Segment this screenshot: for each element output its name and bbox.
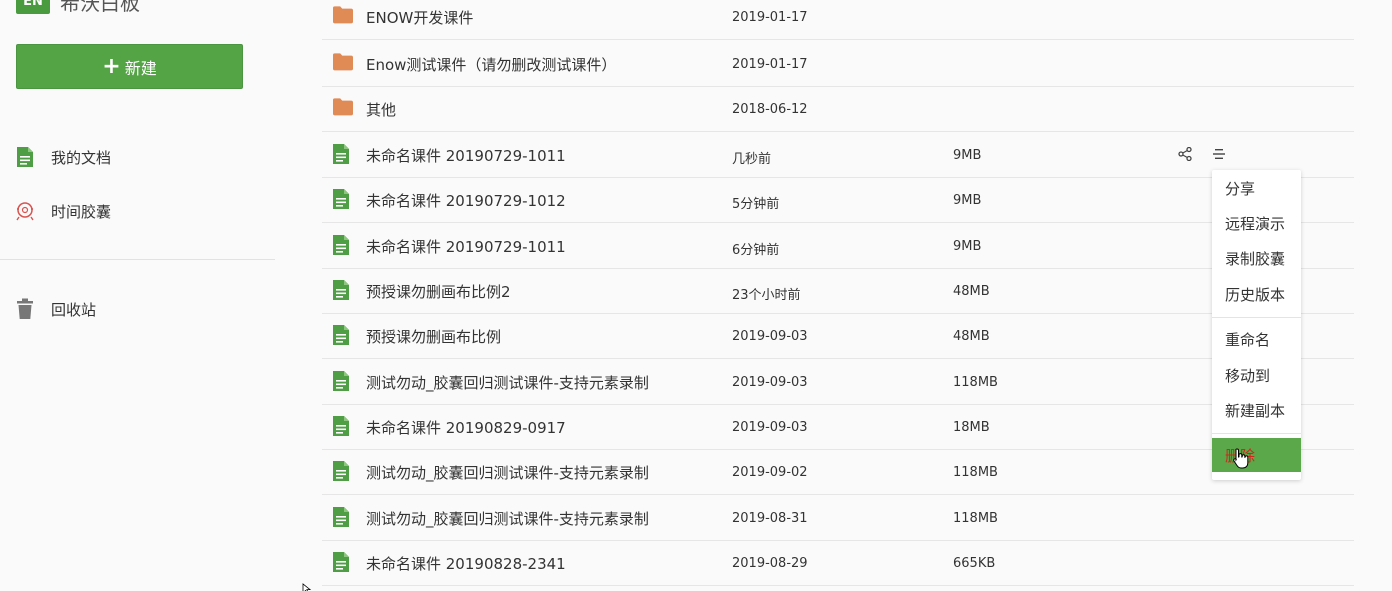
sidebar-item-label: 时间胶囊 (51, 202, 112, 221)
file-name[interactable]: 预授课勿删画布比例 (366, 326, 501, 347)
file-icon (332, 415, 354, 437)
file-name[interactable]: 未命名课件 20190729-1011 (366, 145, 566, 166)
file-date: 2019-09-03 (732, 420, 808, 435)
file-icon (332, 188, 354, 210)
file-size: 48MB (953, 284, 990, 299)
menu-icon[interactable] (1211, 145, 1227, 163)
file-name[interactable]: ENOW开发课件 (366, 7, 473, 28)
trash-icon (14, 297, 36, 321)
file-row[interactable]: 测试勿动_胶囊回归测试课件-支持元素录制 2019-09-03 118MB (322, 360, 1354, 405)
file-size: 665KB (953, 556, 996, 571)
logo-text: 希沃白板 (60, 0, 140, 15)
logo-badge: EN (16, 0, 50, 14)
file-size: 9MB (953, 239, 982, 254)
menu-item-duplicate[interactable]: 新建副本 (1212, 393, 1301, 427)
file-size: 118MB (953, 465, 998, 480)
file-row[interactable]: 测试勿动_胶囊回归测试课件-支持元素录制 2019-09-02 118MB (322, 450, 1354, 495)
file-name[interactable]: 未命名课件 20190729-1011 (366, 236, 566, 257)
file-size: 18MB (953, 420, 990, 435)
file-name[interactable]: 未命名课件 20190729-1012 (366, 190, 566, 211)
file-date: 2019-09-03 (732, 375, 808, 390)
file-date: 2019-08-31 (732, 511, 808, 526)
app-logo: EN 希沃白板 (16, 0, 140, 15)
file-icon (332, 234, 354, 256)
menu-item-rename[interactable]: 重命名 (1212, 322, 1301, 356)
file-name[interactable]: 测试勿动_胶囊回归测试课件-支持元素录制 (366, 372, 649, 393)
menu-item-share[interactable]: 分享 (1212, 171, 1301, 205)
menu-separator (1212, 433, 1301, 434)
folder-icon (332, 5, 354, 27)
pointer-cursor-icon (302, 581, 312, 591)
file-size: 118MB (953, 511, 998, 526)
folder-row[interactable]: ENOW开发课件 2019-01-17 (322, 0, 1354, 40)
file-date: 2019-09-03 (732, 329, 808, 344)
file-row[interactable]: 未命名课件 20190829-0917 2019-09-03 18MB (322, 405, 1354, 450)
file-name[interactable]: 预授课勿删画布比例2 (366, 281, 511, 302)
sidebar-item-my-documents[interactable]: 我的文档 (0, 137, 276, 177)
new-button[interactable]: + 新建 (16, 44, 243, 89)
menu-item-remote-present[interactable]: 远程演示 (1212, 206, 1301, 240)
menu-separator (1212, 317, 1301, 318)
folder-icon (332, 97, 354, 119)
folder-row[interactable]: 其他 2018-06-12 (322, 87, 1354, 132)
file-date: 6分钟前 (732, 243, 780, 258)
folder-icon (332, 52, 354, 74)
file-date: 2019-01-17 (732, 57, 808, 72)
file-row[interactable]: 未命名课件 20190729-1012 5分钟前 9MB (322, 178, 1354, 223)
sidebar-item-label: 回收站 (51, 300, 97, 319)
file-name[interactable]: 测试勿动_胶囊回归测试课件-支持元素录制 (366, 462, 649, 483)
menu-item-delete[interactable]: 删除 (1212, 438, 1301, 472)
file-date: 2019-09-02 (732, 465, 808, 480)
file-row[interactable]: 未命名课件 20190828-2341 2019-08-29 665KB (322, 541, 1354, 586)
file-row[interactable]: 未命名课件 20190729-1011 6分钟前 9MB (322, 224, 1354, 269)
file-icon (332, 506, 354, 528)
file-name[interactable]: 未命名课件 20190829-0917 (366, 417, 566, 438)
file-size: 9MB (953, 148, 982, 163)
share-icon[interactable] (1177, 145, 1193, 163)
file-icon (332, 279, 354, 301)
sidebar-item-time-capsule[interactable]: 时间胶囊 (0, 191, 276, 231)
sidebar: EN 希沃白板 + 新建 我的文档 时间胶囊 回收站 (0, 0, 276, 591)
row-actions (1177, 145, 1227, 163)
file-date: 几秒前 (732, 152, 772, 167)
file-icon (332, 460, 354, 482)
file-icon (332, 551, 354, 573)
file-size: 9MB (953, 193, 982, 208)
capsule-icon (14, 199, 36, 223)
file-name[interactable]: 未命名课件 20190828-2341 (366, 553, 566, 574)
file-date: 2019-08-29 (732, 556, 808, 571)
file-row[interactable]: 未命名课件 20190729-1011 几秒前 9MB (322, 133, 1354, 178)
menu-item-record-capsule[interactable]: 录制胶囊 (1212, 241, 1301, 275)
menu-item-move-to[interactable]: 移动到 (1212, 358, 1301, 392)
file-name[interactable]: Enow测试课件（请勿删改测试课件） (366, 54, 616, 75)
sidebar-item-label: 我的文档 (51, 148, 112, 167)
context-menu: 分享 远程演示 录制胶囊 历史版本 重命名 移动到 新建副本 删除 (1212, 170, 1301, 480)
plus-icon: + (102, 53, 121, 79)
file-row[interactable]: 预授课勿删画布比例2 23个小时前 48MB (322, 269, 1354, 314)
file-size: 48MB (953, 329, 990, 344)
document-icon (14, 145, 36, 169)
file-row[interactable]: 预授课勿删画布比例 2019-09-03 48MB (322, 314, 1354, 359)
file-date: 2018-06-12 (732, 102, 808, 117)
file-date: 2019-01-17 (732, 10, 808, 25)
file-icon (332, 324, 354, 346)
file-name[interactable]: 其他 (366, 99, 396, 120)
new-button-label: 新建 (124, 58, 157, 78)
file-date: 5分钟前 (732, 197, 780, 212)
file-name[interactable]: 测试勿动_胶囊回归测试课件-支持元素录制 (366, 508, 649, 529)
file-date: 23个小时前 (732, 288, 801, 303)
file-row[interactable]: 测试勿动_胶囊回归测试课件-支持元素录制 2019-08-31 118MB (322, 496, 1354, 541)
menu-item-history[interactable]: 历史版本 (1212, 277, 1301, 311)
sidebar-divider (0, 259, 275, 260)
hand-cursor-icon (1232, 447, 1250, 473)
folder-row[interactable]: Enow测试课件（请勿删改测试课件） 2019-01-17 (322, 42, 1354, 87)
file-icon (332, 143, 354, 165)
file-icon (332, 370, 354, 392)
sidebar-item-trash[interactable]: 回收站 (0, 289, 276, 329)
file-size: 118MB (953, 375, 998, 390)
